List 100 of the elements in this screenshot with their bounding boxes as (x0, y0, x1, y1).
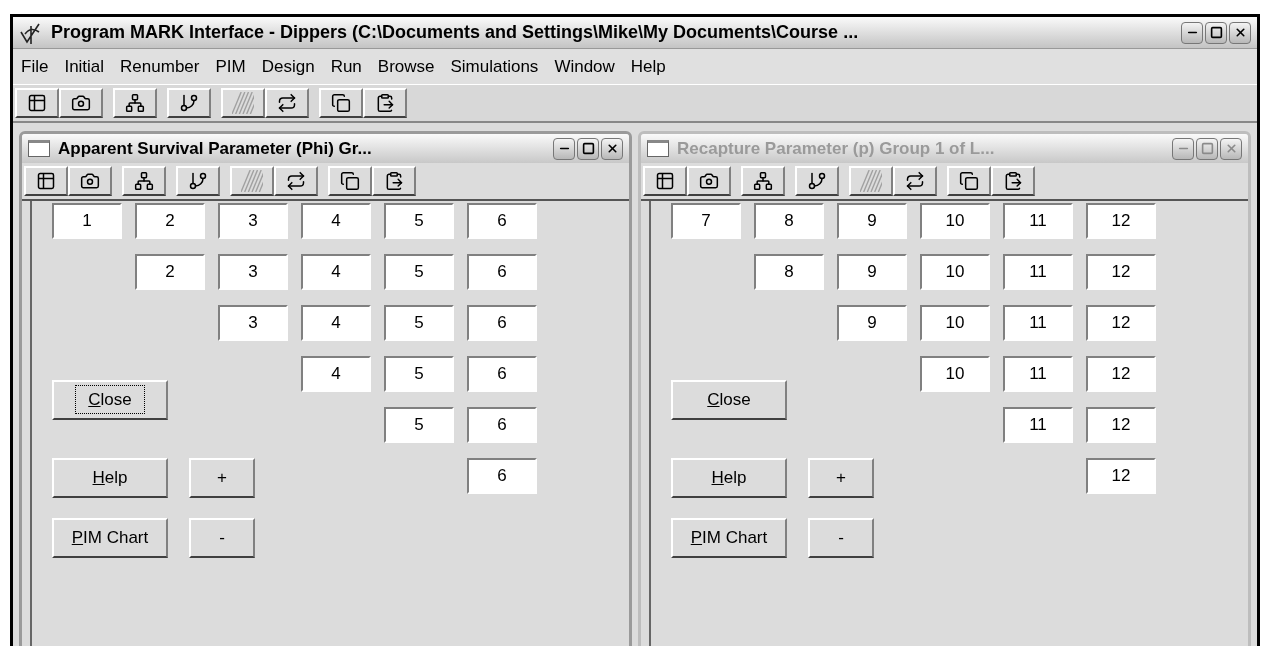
menu-item[interactable]: Help (630, 53, 666, 80)
minimize-button[interactable] (553, 137, 575, 160)
close-button[interactable]: Close (671, 379, 787, 420)
toolbar-button[interactable] (15, 88, 59, 118)
help-button[interactable]: Help (52, 458, 168, 498)
help-button[interactable]: Help (671, 458, 787, 498)
menu-item[interactable]: PIM (215, 53, 246, 80)
minimize-button[interactable] (1172, 137, 1194, 160)
maximize-icon (581, 142, 595, 155)
parameter-index-field[interactable]: 12 (1086, 407, 1156, 443)
parameter-index-field[interactable]: 11 (1003, 356, 1073, 392)
toolbar-button[interactable] (319, 88, 363, 118)
parameter-index-field[interactable]: 4 (301, 305, 371, 341)
parameter-index-field[interactable]: 2 (135, 254, 205, 290)
toolbar-button[interactable] (687, 166, 731, 196)
plus-button[interactable]: + (189, 458, 255, 498)
parameter-index-field[interactable]: 4 (301, 203, 371, 239)
parameter-index-field[interactable]: 5 (384, 254, 454, 290)
table-icon (36, 171, 56, 191)
parameter-index-field[interactable]: 4 (301, 356, 371, 392)
toolbar-button[interactable] (947, 166, 991, 196)
child-window-title: Apparent Survival Parameter (Phi) Gr... (58, 137, 373, 160)
pim-chart-button[interactable]: PIM Chart (671, 518, 787, 558)
parameter-index-field[interactable]: 8 (754, 254, 824, 290)
toolbar-button[interactable] (893, 166, 937, 196)
toolbar-button[interactable] (795, 166, 839, 196)
parameter-index-field[interactable]: 5 (384, 407, 454, 443)
parameter-index-field[interactable]: 3 (218, 305, 288, 341)
minimize-button[interactable] (1181, 21, 1203, 44)
maximize-button[interactable] (577, 137, 599, 160)
close-icon (605, 142, 619, 155)
toolbar-button[interactable] (122, 166, 166, 196)
close-button[interactable] (1229, 21, 1251, 44)
pim-chart-button[interactable]: PIM Chart (52, 518, 168, 558)
toolbar-button[interactable] (24, 166, 68, 196)
toolbar-button[interactable] (991, 166, 1035, 196)
toolbar-button[interactable] (176, 166, 220, 196)
parameter-index-field[interactable]: 5 (384, 203, 454, 239)
plus-button[interactable]: + (808, 458, 874, 498)
parameter-index-field[interactable]: 11 (1003, 203, 1073, 239)
parameter-index-field[interactable]: 9 (837, 305, 907, 341)
parameter-index-field[interactable]: 12 (1086, 458, 1156, 494)
close-button[interactable] (601, 137, 623, 160)
parameter-index-field[interactable]: 6 (467, 305, 537, 341)
parameter-index-field[interactable]: 4 (301, 254, 371, 290)
menu-item[interactable]: Design (261, 53, 315, 80)
app-logo-icon (19, 21, 43, 44)
toolbar-button[interactable] (68, 166, 112, 196)
parameter-index-field[interactable]: 5 (384, 305, 454, 341)
parameter-index-field[interactable]: 8 (754, 203, 824, 239)
parameter-index-field[interactable]: 10 (920, 254, 990, 290)
parameter-index-field[interactable]: 6 (467, 203, 537, 239)
parameter-index-field[interactable]: 6 (467, 458, 537, 494)
parameter-index-field[interactable]: 7 (671, 203, 741, 239)
parameter-index-field[interactable]: 5 (384, 356, 454, 392)
toolbar-button[interactable] (372, 166, 416, 196)
toolbar-button[interactable] (274, 166, 318, 196)
parameter-index-field[interactable]: 10 (920, 356, 990, 392)
parameter-index-field[interactable]: 9 (837, 254, 907, 290)
copy-icon (959, 171, 979, 191)
parameter-index-field[interactable]: 12 (1086, 356, 1156, 392)
toolbar-button[interactable] (59, 88, 103, 118)
menu-item[interactable]: Renumber (120, 53, 200, 80)
toolbar-button[interactable] (265, 88, 309, 118)
hatch-icon (232, 92, 254, 114)
parameter-index-field[interactable]: 6 (467, 254, 537, 290)
menu-item[interactable]: Initial (64, 53, 105, 80)
parameter-index-field[interactable]: 12 (1086, 203, 1156, 239)
parameter-index-field[interactable]: 12 (1086, 305, 1156, 341)
camera-icon (71, 93, 91, 113)
parameter-index-field[interactable]: 1 (52, 203, 122, 239)
minus-button[interactable]: - (808, 518, 874, 558)
toolbar-button[interactable] (643, 166, 687, 196)
hatch-icon (860, 170, 882, 192)
parameter-index-field[interactable]: 6 (467, 407, 537, 443)
menu-item[interactable]: Simulations (450, 53, 539, 80)
toolbar-button[interactable] (113, 88, 157, 118)
parameter-index-field[interactable]: 3 (218, 254, 288, 290)
menu-item[interactable]: Browse (377, 53, 435, 80)
parameter-index-field[interactable]: 11 (1003, 407, 1073, 443)
menu-item[interactable]: Window (554, 53, 615, 80)
parameter-index-field[interactable]: 10 (920, 203, 990, 239)
toolbar-button[interactable] (741, 166, 785, 196)
minus-button[interactable]: - (189, 518, 255, 558)
parameter-index-field[interactable]: 12 (1086, 254, 1156, 290)
loop-arrow-icon (277, 93, 297, 113)
parameter-index-field[interactable]: 11 (1003, 254, 1073, 290)
parameter-index-field[interactable]: 10 (920, 305, 990, 341)
menu-item[interactable]: Run (330, 53, 362, 80)
toolbar-button[interactable] (363, 88, 407, 118)
parameter-index-field[interactable]: 2 (135, 203, 205, 239)
parameter-index-field[interactable]: 3 (218, 203, 288, 239)
toolbar-button[interactable] (167, 88, 211, 118)
menu-item[interactable]: File (21, 53, 49, 80)
close-button[interactable]: Close (52, 379, 168, 420)
parameter-index-field[interactable]: 9 (837, 203, 907, 239)
parameter-index-field[interactable]: 6 (467, 356, 537, 392)
parameter-index-field[interactable]: 11 (1003, 305, 1073, 341)
maximize-button[interactable] (1205, 21, 1227, 44)
toolbar-button[interactable] (328, 166, 372, 196)
